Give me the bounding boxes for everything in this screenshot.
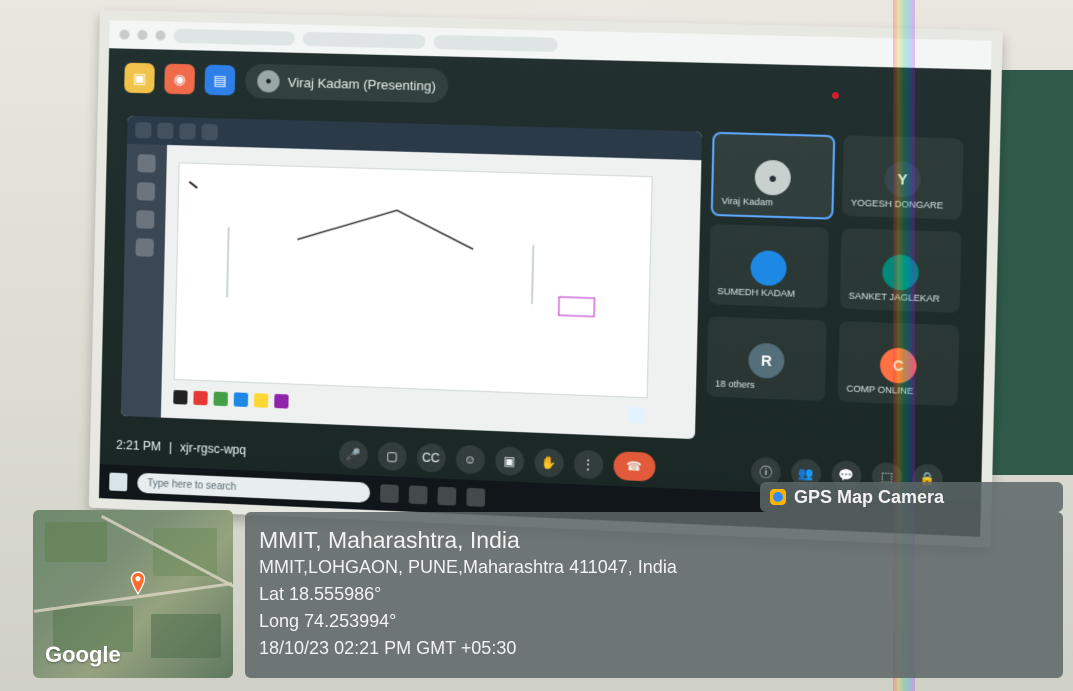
color-swatch [173, 389, 188, 405]
browser-control-dot [119, 29, 130, 40]
browser-control-dot [137, 29, 148, 41]
participant-tile: ● Viraj Kadam [710, 131, 836, 220]
mic-button: 🎤 [338, 439, 368, 470]
latitude: Lat 18.555986° [259, 584, 382, 604]
color-swatch [253, 393, 269, 408]
gps-badge: GPS Map Camera [760, 482, 1063, 512]
camera-button: ▢ [377, 441, 407, 472]
files-icon: ▣ [124, 62, 155, 94]
location-title: MMIT, Maharashtra, India [259, 527, 520, 553]
meeting-code: xjr-rgsc-wpq [179, 440, 247, 458]
more-options-icon: ⋮ [573, 449, 604, 480]
browser-control-dot [155, 30, 166, 41]
shared-screen [120, 115, 703, 440]
sidebar-icon [136, 182, 156, 201]
map-field [45, 522, 107, 562]
color-swatch [193, 390, 208, 406]
browser-tab [173, 28, 295, 46]
display-screen: ▣ ◉ ▤ ● Viraj Kadam (Presenting) ● Viraj… [98, 20, 992, 537]
participant-name: SUMEDH KADAM [717, 285, 796, 299]
meeting-time: 2:21 PM [115, 437, 162, 454]
taskbar-search: Type here to search [137, 472, 371, 503]
shared-tab [201, 123, 218, 141]
captions-button: CC [416, 443, 446, 473]
gps-map-camera-icon-inner [773, 492, 783, 502]
shared-tab [135, 122, 152, 139]
map-field [153, 528, 217, 576]
participant-avatar: R [748, 342, 785, 379]
google-logo-text: Google [45, 642, 121, 667]
shared-tab [179, 123, 196, 140]
whiteboard-canvas [173, 162, 653, 399]
browser-tab [433, 34, 558, 53]
taskbar-app-icon [408, 485, 428, 505]
stroke [227, 227, 229, 297]
longitude: Long 74.253994° [259, 611, 397, 631]
color-swatch [233, 392, 249, 407]
raise-hand-button: ✋ [533, 447, 564, 478]
taskbar-app-icon [466, 487, 486, 507]
participants-grid: ● Viraj Kadam Y YOGESH DONGARE SUMEDH KA… [706, 131, 968, 407]
gps-badge-title: GPS Map Camera [794, 486, 945, 507]
color-swatch [213, 391, 228, 407]
presenter-chip: ● Viraj Kadam (Presenting) [244, 63, 449, 104]
participant-tile: SUMEDH KADAM [708, 224, 829, 309]
whiteboard-icon: ▤ [204, 64, 236, 96]
end-call-button: ☎ [612, 451, 656, 482]
sidebar-icon [135, 238, 154, 257]
gps-map-camera-icon [770, 489, 786, 505]
presenter-avatar: ● [257, 69, 280, 93]
taskbar-app-icon [437, 486, 457, 506]
present-button: ▣ [494, 446, 525, 477]
photo-background: ▣ ◉ ▤ ● Viraj Kadam (Presenting) ● Viraj… [0, 0, 1073, 691]
gps-info-panel: MMIT, Maharashtra, India MMIT,LOHGAON, P… [245, 512, 1063, 678]
meeting-info: 2:21 PM | xjr-rgsc-wpq [116, 438, 246, 457]
stroke [532, 245, 533, 304]
participant-tile: R 18 others [706, 316, 827, 402]
stroke [297, 207, 474, 249]
participant-name: 18 others [715, 378, 755, 391]
presenter-label: Viraj Kadam (Presenting) [287, 74, 436, 94]
shared-tab [157, 122, 174, 140]
address: MMIT,LOHGAON, PUNE,Maharashtra 411047, I… [259, 557, 677, 577]
whiteboard-drawing [188, 180, 652, 397]
shared-browser-header [126, 115, 703, 161]
taskbar-app-icon [380, 484, 399, 504]
shared-sidebar [120, 143, 168, 418]
datetime: 18/10/23 02:21 PM GMT +05:30 [259, 638, 517, 658]
divider: | [168, 439, 173, 455]
interactive-display: ▣ ◉ ▤ ● Viraj Kadam (Presenting) ● Viraj… [88, 10, 1003, 548]
camera-sensor-dot [832, 92, 839, 99]
map-field [151, 614, 221, 658]
participant-avatar [750, 250, 787, 287]
map-thumbnail: Google [33, 510, 233, 678]
sidebar-icon [137, 154, 156, 173]
stroke [188, 180, 198, 188]
browser-tab [302, 31, 426, 49]
participant-name: Viraj Kadam [721, 195, 774, 208]
participant-avatar: ● [754, 159, 792, 196]
stroke [559, 297, 595, 317]
color-swatch [274, 393, 289, 409]
canvas-tip [628, 406, 646, 424]
emoji-button: ☺ [455, 444, 485, 475]
windows-start-icon [109, 472, 128, 492]
record-icon: ◉ [164, 63, 196, 95]
sidebar-icon [136, 210, 155, 229]
map-pin-icon [130, 571, 146, 596]
taskbar-search-placeholder: Type here to search [147, 477, 237, 493]
